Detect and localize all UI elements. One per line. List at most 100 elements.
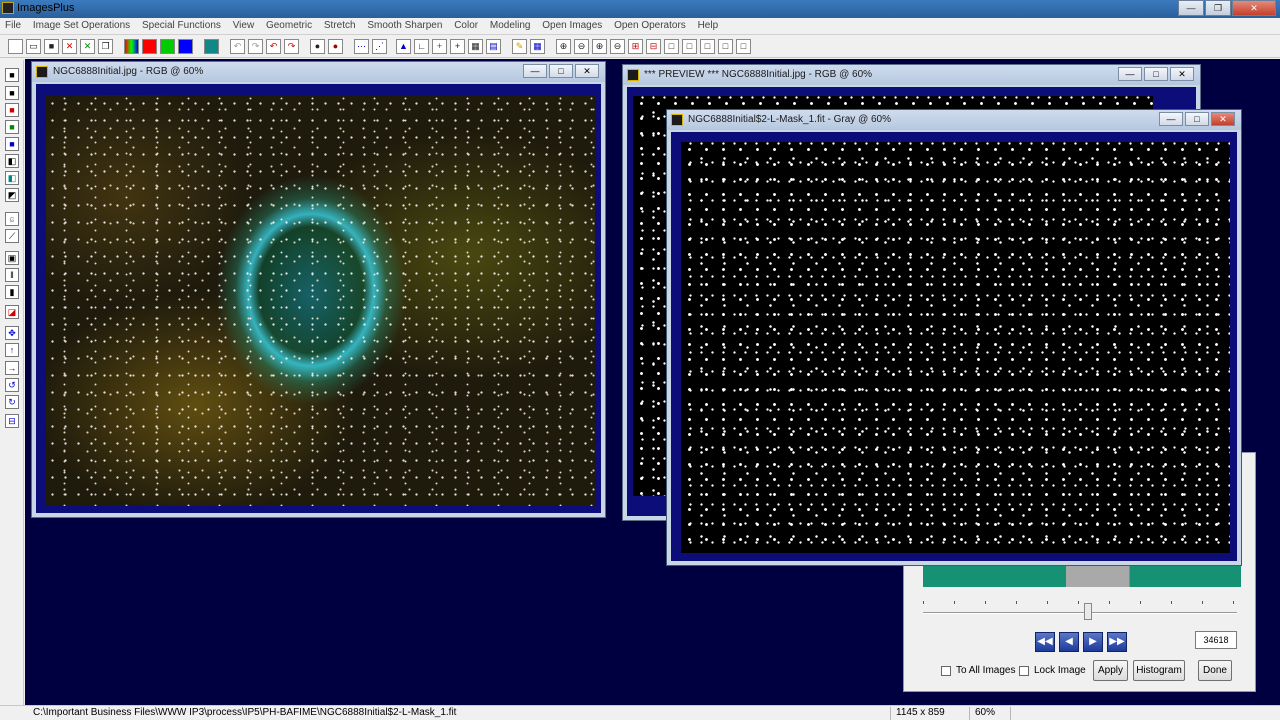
slider-track[interactable] (923, 612, 1237, 614)
slider-thumb[interactable] (1084, 603, 1092, 620)
checkbox-box[interactable] (1019, 665, 1029, 676)
save-tool-icon[interactable]: ■ (5, 68, 19, 82)
image-window-initial[interactable]: NGC6888Initial.jpg - RGB @ 60% — □ ✕ (31, 61, 606, 518)
arrow-up-icon[interactable]: ↑ (5, 343, 19, 357)
next-button[interactable]: ▶ (1083, 632, 1103, 652)
subtract-red-icon[interactable]: ⊟ (646, 39, 661, 54)
minimize-button[interactable]: — (1118, 67, 1142, 81)
menu-open-operators[interactable]: Open Operators (609, 18, 690, 31)
close-all-icon[interactable]: ✕ (80, 39, 95, 54)
bars-icon[interactable]: ‖ (5, 268, 19, 282)
red-square-icon[interactable]: ■ (5, 103, 19, 117)
maximize-button[interactable]: □ (1144, 67, 1168, 81)
blue-channel-icon[interactable] (178, 39, 193, 54)
zoom-out-icon[interactable]: ⊖ (574, 39, 589, 54)
blue-square-icon[interactable]: ■ (5, 137, 19, 151)
green-square-icon[interactable]: ■ (5, 120, 19, 134)
nebula-image[interactable] (46, 95, 595, 506)
dots-icon[interactable]: ⋯ (354, 39, 369, 54)
menu-modeling[interactable]: Modeling (485, 18, 535, 31)
menu-special-functions[interactable]: Special Functions (137, 18, 225, 31)
mosaic-icon[interactable]: ▦ (530, 39, 545, 54)
mark-blue-icon[interactable]: ● (310, 39, 325, 54)
layers-icon[interactable]: ◧ (5, 154, 19, 168)
lasso-icon[interactable]: ɕ (5, 212, 19, 226)
minimize-button[interactable]: — (1159, 112, 1183, 126)
image-window-mask[interactable]: NGC6888Initial$2-L-Mask_1.fit - Gray @ 6… (666, 109, 1242, 566)
black-square-icon[interactable]: ■ (5, 86, 19, 100)
grid-icon[interactable] (204, 39, 219, 54)
close-button[interactable]: ✕ (1170, 67, 1194, 81)
frame-3-icon[interactable]: □ (700, 39, 715, 54)
rotate-left-icon[interactable]: ↺ (5, 378, 19, 392)
contrast-icon[interactable]: ◩ (5, 188, 19, 202)
green-channel-icon[interactable] (160, 39, 175, 54)
undo-icon[interactable]: ↶ (266, 39, 281, 54)
undo-disabled-icon[interactable]: ↶ (230, 39, 245, 54)
minimize-button[interactable]: — (523, 64, 547, 78)
close-image-icon[interactable]: ✕ (62, 39, 77, 54)
brush-icon[interactable]: ✎ (512, 39, 527, 54)
select-region-icon[interactable]: ◪ (5, 305, 19, 319)
zoom-fit-icon[interactable]: ⊕ (592, 39, 607, 54)
menu-file[interactable]: File (0, 18, 25, 31)
save-icon[interactable]: ■ (44, 39, 59, 54)
close-button[interactable]: ✕ (1232, 0, 1276, 16)
menu-open-images[interactable]: Open Images (537, 18, 606, 31)
value-field[interactable]: 34618 (1195, 631, 1237, 649)
menu-geometric[interactable]: Geometric (261, 18, 316, 31)
draw-icon[interactable]: ⟋ (5, 229, 19, 243)
done-button[interactable]: Done (1198, 660, 1232, 681)
triangle-icon[interactable]: ▲ (396, 39, 411, 54)
red-channel-icon[interactable] (142, 39, 157, 54)
zoom-in-icon[interactable]: ⊕ (556, 39, 571, 54)
lock-image-checkbox[interactable]: Lock Image (1019, 665, 1086, 676)
move-icon[interactable]: ✥ (5, 326, 19, 340)
zoom-actual-icon[interactable]: ⊖ (610, 39, 625, 54)
menu-color[interactable]: Color (449, 18, 482, 31)
menu-stretch[interactable]: Stretch (319, 18, 360, 31)
copy-icon[interactable]: ❐ (98, 39, 113, 54)
rotate-right-icon[interactable]: ↻ (5, 395, 19, 409)
arrow-right-icon[interactable]: → (5, 361, 19, 375)
close-button[interactable]: ✕ (575, 64, 599, 78)
menu-help[interactable]: Help (693, 18, 723, 31)
add-red-icon[interactable]: ⊞ (628, 39, 643, 54)
crosshair-icon[interactable]: + (450, 39, 465, 54)
previous-button[interactable]: ◀ (1059, 632, 1079, 652)
new-file-icon[interactable] (8, 39, 23, 54)
redo-disabled-icon[interactable]: ↷ (248, 39, 263, 54)
maximize-button[interactable]: ❐ (1205, 0, 1231, 16)
select-icon[interactable]: ⋰ (372, 39, 387, 54)
frame-4-icon[interactable]: □ (718, 39, 733, 54)
table-icon[interactable]: ▦ (468, 39, 483, 54)
mask-image[interactable] (681, 142, 1230, 553)
minimize-button[interactable]: — (1178, 0, 1204, 16)
frame-2-icon[interactable]: □ (682, 39, 697, 54)
maximize-button[interactable]: □ (1185, 112, 1209, 126)
last-button[interactable]: ▶▶ (1107, 632, 1127, 652)
redo-icon[interactable]: ↷ (284, 39, 299, 54)
first-button[interactable]: ◀◀ (1035, 632, 1055, 652)
box-icon[interactable]: ▣ (5, 251, 19, 265)
rgb-channels-icon[interactable] (124, 39, 139, 54)
open-folder-icon[interactable]: ▭ (26, 39, 41, 54)
frame-1-icon[interactable]: □ (664, 39, 679, 54)
mark-red-icon[interactable]: ● (328, 39, 343, 54)
menu-view[interactable]: View (228, 18, 259, 31)
apply-button[interactable]: Apply (1093, 660, 1128, 681)
menu-smooth-sharpen[interactable]: Smooth Sharpen (362, 18, 446, 31)
to-all-images-checkbox[interactable]: To All Images (941, 665, 1015, 676)
window-caption[interactable]: NGC6888Initial.jpg - RGB @ 60% — □ ✕ (32, 62, 605, 82)
maximize-button[interactable]: □ (549, 64, 573, 78)
flip-icon[interactable]: ⊟ (5, 414, 19, 428)
axis-icon[interactable]: ∟ (414, 39, 429, 54)
plus-green-icon[interactable]: + (432, 39, 447, 54)
window-caption[interactable]: NGC6888Initial$2-L-Mask_1.fit - Gray @ 6… (667, 110, 1241, 130)
checkbox-box[interactable] (941, 665, 951, 676)
menu-image-set-operations[interactable]: Image Set Operations (28, 18, 134, 31)
chart-icon[interactable]: ▤ (486, 39, 501, 54)
teal-layers-icon[interactable]: ◧ (5, 171, 19, 185)
close-button[interactable]: ✕ (1211, 112, 1235, 126)
slider-icon[interactable]: ▮ (5, 285, 19, 299)
